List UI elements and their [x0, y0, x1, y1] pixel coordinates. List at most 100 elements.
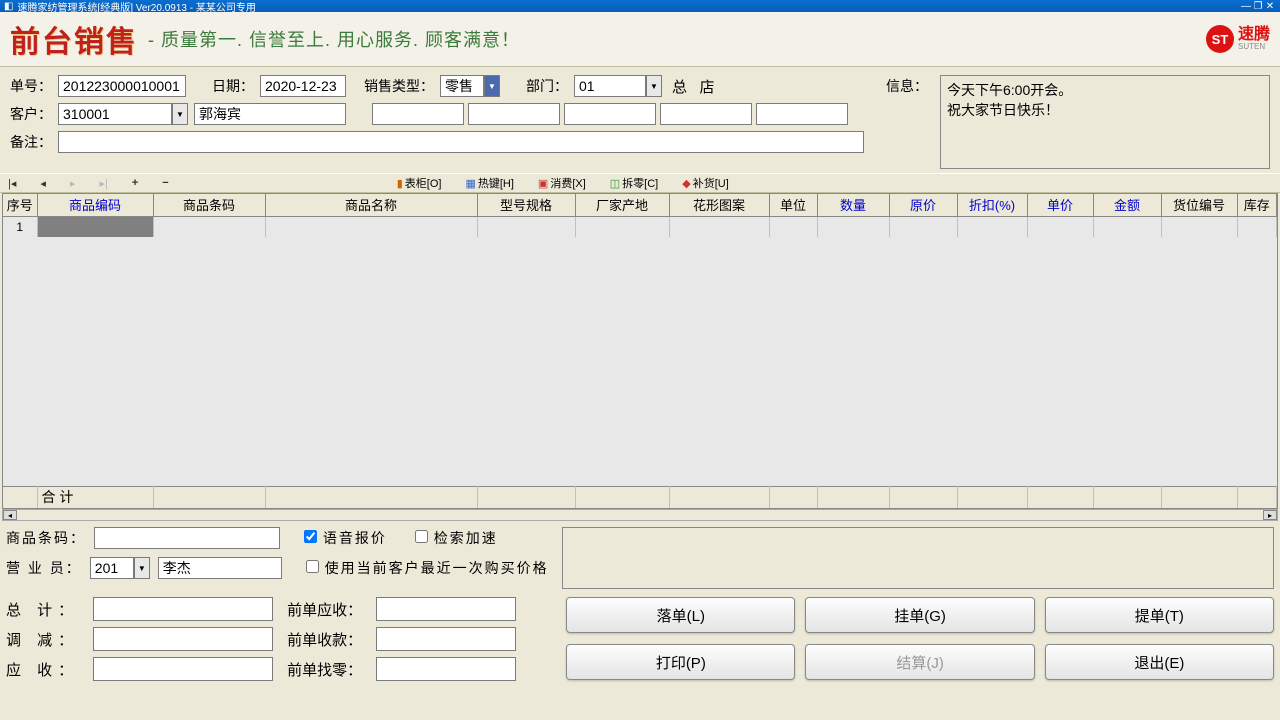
saletype-combo[interactable]: ▼	[440, 75, 500, 97]
barcode-input[interactable]	[94, 527, 280, 549]
buhuo-button[interactable]: ◆补货[U]	[682, 175, 729, 191]
h-scrollbar[interactable]: ◂ ▸	[2, 509, 1278, 521]
col-6[interactable]: 花形图案	[669, 194, 769, 216]
salesman-name-input[interactable]	[158, 557, 282, 579]
page-title: 前台销售	[10, 17, 138, 61]
prev-paid-label: 前单收款：	[287, 629, 362, 650]
prev-due-input[interactable]	[376, 597, 516, 621]
window-title: 速腾家纺管理系统[经典版] Ver20.0913 - 某某公司专用	[17, 0, 1240, 14]
barcode-label: 商品条码：	[6, 528, 86, 548]
voice-checkbox[interactable]: 语音报价	[304, 528, 387, 548]
grid-header: 序号商品编码商品条码商品名称型号规格厂家产地花形图案单位数量原价折扣(%)单价金…	[3, 194, 1277, 217]
saletype-input[interactable]	[440, 75, 484, 97]
guadan-button[interactable]: 挂单(G)	[805, 597, 1034, 633]
tidan-button[interactable]: 提单(T)	[1045, 597, 1274, 633]
extra-field-5[interactable]	[756, 103, 848, 125]
dept-input[interactable]	[574, 75, 646, 97]
chaling-button[interactable]: ◫拆零[C]	[610, 175, 658, 191]
remark-label: 备注：	[10, 132, 52, 152]
dropdown-icon[interactable]: ▼	[484, 75, 500, 97]
prev-paid-input[interactable]	[376, 627, 516, 651]
col-0[interactable]: 序号	[3, 194, 37, 216]
banner: 前台销售 - 质量第一. 信誉至上. 用心服务. 顾客满意！ ST 速腾SUTE…	[0, 12, 1280, 67]
receive-input[interactable]	[93, 657, 273, 681]
total-label: 总 计：	[6, 599, 79, 620]
rejian-button[interactable]: ▦热键[H]	[465, 175, 513, 191]
salesman-combo[interactable]: ▼	[90, 557, 150, 579]
col-13[interactable]: 货位编号	[1161, 194, 1237, 216]
dropdown-icon[interactable]: ▼	[646, 75, 662, 97]
col-3[interactable]: 商品名称	[265, 194, 477, 216]
nav-last-icon[interactable]: ▸|	[99, 177, 107, 190]
extra-field-3[interactable]	[564, 103, 656, 125]
date-input[interactable]	[260, 75, 346, 97]
maximize-button[interactable]: ❐	[1252, 1, 1264, 12]
extra-field-2[interactable]	[468, 103, 560, 125]
close-button[interactable]: ✕	[1264, 1, 1276, 12]
col-11[interactable]: 单价	[1027, 194, 1093, 216]
col-5[interactable]: 厂家产地	[575, 194, 669, 216]
tuichu-button[interactable]: 退出(E)	[1045, 644, 1274, 680]
customer-label: 客户：	[10, 104, 52, 124]
jiesuan-button[interactable]: 结算(J)	[805, 644, 1034, 680]
adjust-label: 调 减：	[6, 629, 79, 650]
prev-change-input[interactable]	[376, 657, 516, 681]
col-8[interactable]: 数量	[817, 194, 889, 216]
col-12[interactable]: 金额	[1093, 194, 1161, 216]
prev-due-label: 前单应收：	[287, 599, 362, 620]
app-icon: ◧	[4, 1, 13, 12]
order-input[interactable]	[58, 75, 186, 97]
adjust-input[interactable]	[93, 627, 273, 651]
delete-row-button[interactable]: −	[162, 177, 168, 189]
luodan-button[interactable]: 落单(L)	[566, 597, 795, 633]
minimize-button[interactable]: —	[1240, 1, 1252, 12]
remark-input[interactable]	[58, 131, 864, 153]
col-7[interactable]: 单位	[769, 194, 817, 216]
dept-label: 部门：	[526, 76, 568, 96]
lastprice-checkbox[interactable]: 使用当前客户最近一次购买价格	[306, 558, 549, 578]
split-icon: ◫	[610, 177, 620, 190]
scroll-right-icon[interactable]: ▸	[1263, 510, 1277, 520]
col-2[interactable]: 商品条码	[153, 194, 265, 216]
customer-name-input[interactable]	[194, 103, 346, 125]
key-icon: ▦	[465, 177, 475, 190]
nav-next-icon[interactable]: ▸	[70, 177, 76, 190]
dept-combo[interactable]: ▼	[574, 75, 662, 97]
customer-combo[interactable]: ▼	[58, 103, 188, 125]
col-4[interactable]: 型号规格	[477, 194, 575, 216]
nav-prev-icon[interactable]: ◂	[40, 177, 46, 190]
table-row[interactable]: 1	[3, 217, 1277, 237]
biaoqian-button[interactable]: ▮表柜[O]	[397, 175, 442, 191]
extra-field-4[interactable]	[660, 103, 752, 125]
footer-label: 合 计	[37, 486, 153, 508]
info-label: 信息：	[886, 76, 928, 96]
grid-footer: 合 计	[3, 486, 1277, 509]
logo-mark: ST	[1206, 25, 1234, 53]
total-input[interactable]	[93, 597, 273, 621]
add-row-button[interactable]: +	[132, 177, 138, 189]
tag-icon: ▮	[397, 177, 403, 190]
extra-field-1[interactable]	[372, 103, 464, 125]
brand-logo: ST 速腾SUTEN	[1206, 25, 1270, 53]
cart-icon: ▣	[538, 177, 548, 190]
items-grid[interactable]: 序号商品编码商品条码商品名称型号规格厂家产地花形图案单位数量原价折扣(%)单价金…	[2, 193, 1278, 509]
restock-icon: ◆	[682, 177, 690, 190]
salesman-code-input[interactable]	[90, 557, 134, 579]
xiaofei-button[interactable]: ▣消费[X]	[538, 175, 586, 191]
logo-sub: SUTEN	[1238, 43, 1270, 51]
fast-checkbox[interactable]: 检索加速	[415, 528, 498, 548]
info-box: 今天下午6:00开会。 祝大家节日快乐！	[940, 75, 1270, 169]
scroll-left-icon[interactable]: ◂	[3, 510, 17, 520]
customer-code-input[interactable]	[58, 103, 172, 125]
cell-product-code[interactable]	[37, 217, 153, 237]
nav-first-icon[interactable]: |◂	[8, 177, 16, 190]
col-1[interactable]: 商品编码	[37, 194, 153, 216]
dayin-button[interactable]: 打印(P)	[566, 644, 795, 680]
dropdown-icon[interactable]: ▼	[134, 557, 150, 579]
col-9[interactable]: 原价	[889, 194, 957, 216]
dropdown-icon[interactable]: ▼	[172, 103, 188, 125]
col-14[interactable]: 库存	[1237, 194, 1277, 216]
col-10[interactable]: 折扣(%)	[957, 194, 1027, 216]
info-line-2: 祝大家节日快乐！	[947, 100, 1263, 120]
saletype-label: 销售类型：	[364, 76, 434, 96]
